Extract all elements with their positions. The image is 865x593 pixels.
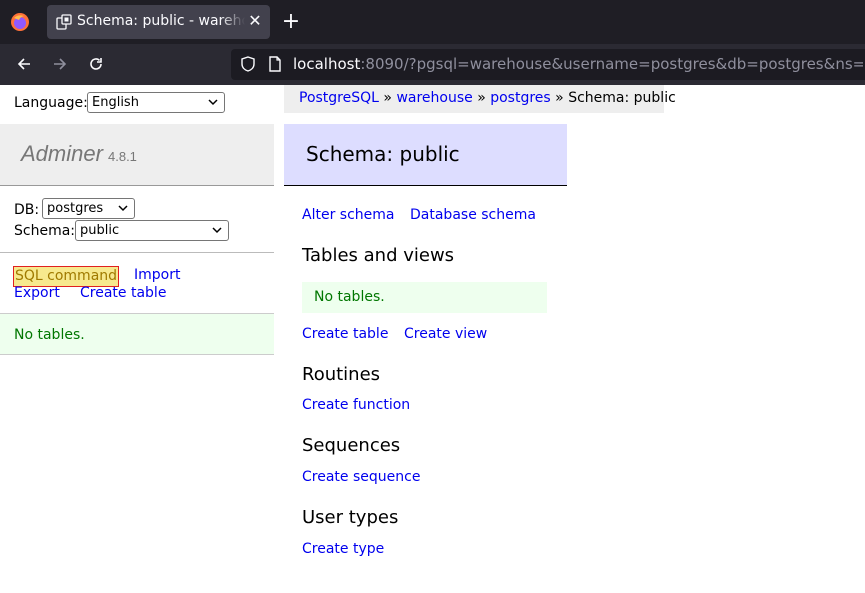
breadcrumb: PostgreSQL » warehouse » postgres » Sche… [284,85,676,113]
routines-heading: Routines [302,364,381,385]
breadcrumb-item-postgres[interactable]: postgres [490,90,550,106]
schema-value: public [80,223,120,238]
main-no-tables-message: No tables. [302,282,547,313]
url-text[interactable]: localhost:8090/?pgsql=warehouse&username… [293,55,863,73]
breadcrumb-separator: » [477,90,486,106]
adminer-title-link[interactable]: Adminer [21,141,103,167]
chevron-down-icon [118,205,128,212]
tables-and-views-heading: Tables and views [302,245,455,266]
sidebar-no-tables-text: No tables. [14,327,85,343]
create-view-link[interactable]: Create view [404,326,487,342]
adminer-logo-box: Adminer 4.8.1 [0,124,274,186]
url-host: localhost [293,55,361,73]
breadcrumb-current: Schema: public [568,90,676,106]
db-label: DB: [14,202,40,218]
breadcrumb-separator: » [555,90,564,106]
page-title-box: Schema: public [284,124,567,186]
adminer-version: 4.8.1 [108,149,137,164]
create-table-link[interactable]: Create table [302,326,388,342]
create-function-link[interactable]: Create function [302,397,410,413]
close-tab-icon[interactable]: ✕ [246,12,264,30]
language-select[interactable]: English [87,92,225,113]
schema-select[interactable]: public [75,220,229,241]
breadcrumb-item-warehouse[interactable]: warehouse [396,90,472,106]
breadcrumb-separator: » [383,90,392,106]
browser-tab-bar: Schema: public - warehouse ✕ + [0,0,865,44]
sql-command-link[interactable]: SQL command [13,266,120,287]
chevron-down-icon [208,99,218,106]
breadcrumb-item-postgresql[interactable]: PostgreSQL [299,90,379,106]
chevron-down-icon [212,227,222,234]
sidebar-divider [0,252,274,253]
create-type-link[interactable]: Create type [302,541,384,557]
export-link[interactable]: Export [14,285,60,301]
new-tab-icon[interactable]: + [280,9,302,35]
forward-icon[interactable] [48,52,72,76]
db-value: postgres [47,201,104,216]
adminer-page: Language: English Adminer 4.8.1 DB: post… [0,85,865,593]
tab-title: Schema: public - warehouse [77,13,245,29]
import-link[interactable]: Import [134,267,180,283]
db-select[interactable]: postgres [42,198,135,219]
create-sequence-link[interactable]: Create sequence [302,469,420,485]
language-label: Language: [14,95,88,111]
sidebar-create-table-link[interactable]: Create table [80,285,166,301]
adminer-favicon-icon [56,14,72,30]
page-info-icon[interactable] [267,56,283,72]
tracking-protection-shield-icon[interactable] [240,56,256,72]
language-value: English [92,95,139,110]
reload-icon[interactable] [84,52,108,76]
sidebar-no-tables-message: No tables. [0,313,274,355]
back-icon[interactable] [12,52,36,76]
browser-nav-bar: localhost:8090/?pgsql=warehouse&username… [0,44,865,85]
database-schema-link[interactable]: Database schema [410,207,536,223]
firefox-icon[interactable] [8,10,32,34]
alter-schema-link[interactable]: Alter schema [302,207,394,223]
page-title: Schema: public [306,142,460,166]
schema-label: Schema: [14,223,76,239]
sequences-heading: Sequences [302,435,401,456]
address-bar[interactable]: localhost:8090/?pgsql=warehouse&username… [231,49,865,80]
url-path: :8090/?pgsql=warehouse&username=postgres… [360,55,863,73]
main-no-tables-text: No tables. [314,289,385,305]
user-types-heading: User types [302,507,399,528]
browser-tab-active[interactable]: Schema: public - warehouse ✕ [47,5,270,39]
